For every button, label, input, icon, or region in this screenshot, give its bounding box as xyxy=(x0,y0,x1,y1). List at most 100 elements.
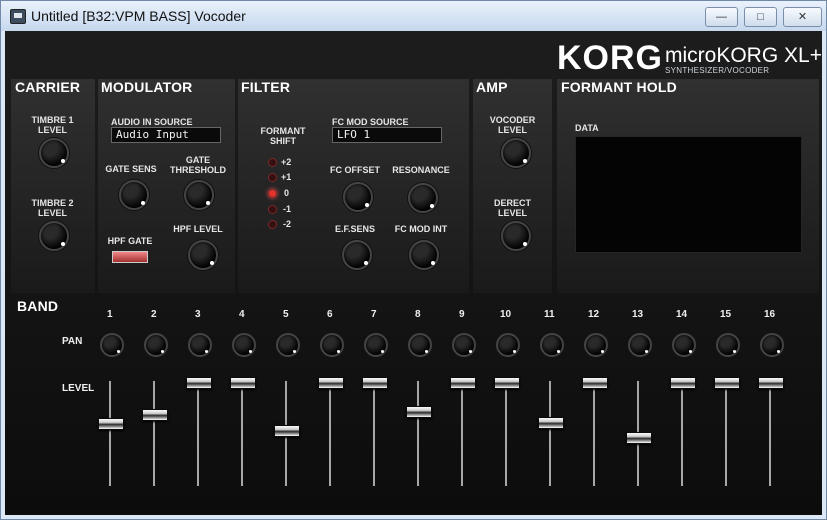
formant-shift-led-zero[interactable] xyxy=(268,189,277,198)
formant-shift-minus2: -2 xyxy=(283,219,292,229)
formant-shift-minus1: -1 xyxy=(283,204,292,214)
band-pan-10[interactable] xyxy=(496,333,520,357)
formant-hold-title: FORMANT HOLD xyxy=(561,79,677,95)
maximize-button[interactable]: □ xyxy=(744,7,777,27)
fc-offset-label: FC OFFSET xyxy=(330,165,380,175)
hpf-level-knob[interactable] xyxy=(188,240,218,270)
timbre1-level-knob[interactable] xyxy=(39,138,69,168)
band-level-slider-16[interactable] xyxy=(758,377,784,389)
ef-sens-knob[interactable] xyxy=(342,240,372,270)
band-level-slider-6[interactable] xyxy=(318,377,344,389)
band-pan-16[interactable] xyxy=(760,333,784,357)
logo-subtitle: SYNTHESIZER/VOCODER xyxy=(665,66,770,75)
band-level-slider-14[interactable] xyxy=(670,377,696,389)
band-pan-1[interactable] xyxy=(100,333,124,357)
band-number-9: 9 xyxy=(459,309,465,320)
vocoder-level-label: VOCODER LEVEL xyxy=(489,115,536,135)
band-level-slider-12[interactable] xyxy=(582,377,608,389)
band-level-slider-13[interactable] xyxy=(626,432,652,444)
band-level-track-6 xyxy=(329,381,331,486)
amp-title: AMP xyxy=(476,79,508,95)
gate-threshold-label: GATE THRESHOLD xyxy=(170,155,226,175)
vocoder-level-knob[interactable] xyxy=(501,138,531,168)
band-level-slider-1[interactable] xyxy=(98,418,124,430)
formant-shift-led-plus2[interactable] xyxy=(268,158,277,167)
fc-mod-int-knob[interactable] xyxy=(409,240,439,270)
modulator-title: MODULATOR xyxy=(101,79,193,95)
level-label: LEVEL xyxy=(62,383,95,394)
band-level-slider-2[interactable] xyxy=(142,409,168,421)
band-level-slider-5[interactable] xyxy=(274,425,300,437)
band-pan-3[interactable] xyxy=(188,333,212,357)
band-number-12: 12 xyxy=(588,309,600,320)
formant-shift-plus1: +1 xyxy=(281,172,292,182)
band-level-track-15 xyxy=(725,381,727,486)
formant-shift-led-minus1[interactable] xyxy=(268,205,277,214)
band-level-track-2 xyxy=(153,381,155,486)
close-button[interactable]: ✕ xyxy=(783,7,822,27)
formant-shift-led-plus1[interactable] xyxy=(268,173,277,182)
band-pan-7[interactable] xyxy=(364,333,388,357)
band-pan-11[interactable] xyxy=(540,333,564,357)
timbre2-level-knob[interactable] xyxy=(39,221,69,251)
vocoder-panel: KORG microKORG XL+ SYNTHESIZER/VOCODER C… xyxy=(5,31,822,515)
band-number-3: 3 xyxy=(195,309,201,320)
gate-threshold-knob[interactable] xyxy=(184,180,214,210)
band-pan-15[interactable] xyxy=(716,333,740,357)
band-pan-4[interactable] xyxy=(232,333,256,357)
band-level-track-8 xyxy=(417,381,419,486)
band-pan-9[interactable] xyxy=(452,333,476,357)
fc-mod-source-select[interactable]: LFO 1 xyxy=(332,127,442,143)
band-level-slider-11[interactable] xyxy=(538,417,564,429)
band-pan-6[interactable] xyxy=(320,333,344,357)
hpf-gate-label: HPF GATE xyxy=(107,236,153,246)
band-level-slider-7[interactable] xyxy=(362,377,388,389)
band-number-6: 6 xyxy=(327,309,333,320)
band-number-15: 15 xyxy=(720,309,732,320)
band-level-slider-15[interactable] xyxy=(714,377,740,389)
band-level-slider-10[interactable] xyxy=(494,377,520,389)
carrier-title: CARRIER xyxy=(15,79,81,95)
microkorg-logo: microKORG XL+ xyxy=(665,44,822,67)
audio-in-source-select[interactable]: Audio Input xyxy=(111,127,221,143)
formant-data-label: DATA xyxy=(575,123,599,133)
band-level-slider-3[interactable] xyxy=(186,377,212,389)
formant-shift-led-minus2[interactable] xyxy=(268,220,277,229)
korg-logo: KORG xyxy=(557,39,663,77)
timbre1-level-label: TIMBRE 1 LEVEL xyxy=(31,115,74,135)
band-number-2: 2 xyxy=(151,309,157,320)
band-level-track-11 xyxy=(549,381,551,486)
band-pan-13[interactable] xyxy=(628,333,652,357)
title-bar: Untitled [B32:VPM BASS] Vocoder — □ ✕ xyxy=(1,1,826,31)
window-title: Untitled [B32:VPM BASS] Vocoder xyxy=(31,8,246,24)
amp-section xyxy=(473,79,552,293)
minimize-button[interactable]: — xyxy=(705,7,738,27)
derect-level-knob[interactable] xyxy=(501,221,531,251)
band-pan-12[interactable] xyxy=(584,333,608,357)
band-number-5: 5 xyxy=(283,309,289,320)
timbre2-level-label: TIMBRE 2 LEVEL xyxy=(31,198,74,218)
band-pan-14[interactable] xyxy=(672,333,696,357)
gate-sens-knob[interactable] xyxy=(119,180,149,210)
band-level-track-4 xyxy=(241,381,243,486)
band-level-slider-4[interactable] xyxy=(230,377,256,389)
band-level-track-12 xyxy=(593,381,595,486)
resonance-label: RESONANCE xyxy=(392,165,450,175)
band-level-track-1 xyxy=(109,381,111,486)
band-pan-5[interactable] xyxy=(276,333,300,357)
band-number-13: 13 xyxy=(632,309,644,320)
band-level-track-7 xyxy=(373,381,375,486)
band-title: BAND xyxy=(17,298,59,314)
resonance-knob[interactable] xyxy=(408,183,438,213)
band-level-slider-9[interactable] xyxy=(450,377,476,389)
hpf-gate-toggle[interactable] xyxy=(112,251,148,263)
band-pan-2[interactable] xyxy=(144,333,168,357)
band-level-track-3 xyxy=(197,381,199,486)
derect-level-label: DERECT LEVEL xyxy=(493,198,531,218)
formant-shift-zero: 0 xyxy=(284,188,290,198)
audio-in-source-label: AUDIO IN SOURCE xyxy=(111,117,193,127)
formant-shift-label: FORMANT SHIFT xyxy=(260,126,306,146)
band-pan-8[interactable] xyxy=(408,333,432,357)
band-level-slider-8[interactable] xyxy=(406,406,432,418)
fc-offset-knob[interactable] xyxy=(343,182,373,212)
